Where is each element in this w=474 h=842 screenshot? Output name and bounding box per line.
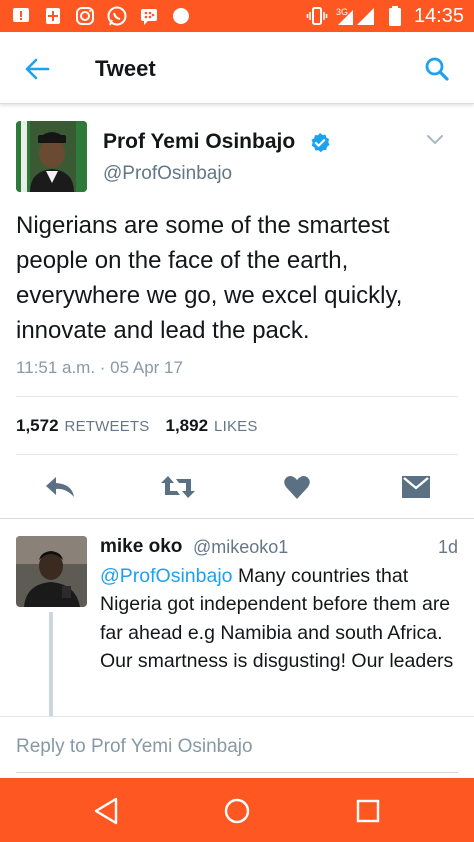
reply-input[interactable]: Reply to Prof Yemi Osinbajo: [16, 736, 458, 758]
divider: [16, 396, 458, 397]
mention-link[interactable]: @ProfOsinbajo: [100, 565, 233, 587]
notification-icons: [10, 5, 192, 27]
nav-back-button[interactable]: [91, 796, 121, 826]
back-button[interactable]: [22, 54, 52, 84]
reply-icon: [46, 477, 74, 497]
retweets-count[interactable]: 1,572: [16, 416, 59, 436]
plus-icon: [42, 5, 64, 27]
reply-time: 1d: [437, 537, 458, 557]
reply-author-avatar[interactable]: [16, 536, 87, 607]
retweet-icon: [161, 476, 195, 498]
retweet-button[interactable]: [160, 470, 196, 504]
status-time: 14:35: [413, 4, 464, 27]
tweet-timestamp: 11:51 a.m. · 05 Apr 17: [16, 358, 183, 377]
dm-icon: [402, 476, 430, 498]
reply-input-underline: [16, 772, 458, 773]
notification-icon: [10, 5, 32, 27]
home-circle-icon: [224, 798, 250, 824]
arrow-left-icon: [25, 58, 50, 80]
reply-author-handle: @mikeoko1: [193, 537, 289, 557]
likes-label[interactable]: LIKES: [214, 418, 258, 435]
tweet-menu-button[interactable]: [424, 130, 446, 150]
like-button[interactable]: [279, 470, 315, 504]
circle-icon: [170, 5, 192, 27]
system-icons: 3G 14:35: [306, 5, 464, 28]
status-bar: 3G 14:35: [0, 0, 474, 32]
direct-message-button[interactable]: [398, 470, 434, 504]
battery-icon: [384, 5, 406, 27]
signal-icon: 3G: [336, 5, 376, 27]
chevron-down-icon: [427, 135, 443, 144]
tweet-stats: 1,572 RETWEETS 1,892 LIKES: [16, 416, 274, 436]
reply-author-name[interactable]: mike oko: [100, 536, 182, 558]
recents-square-icon: [356, 799, 380, 823]
section-divider: [0, 518, 474, 519]
whatsapp-icon: [106, 5, 128, 27]
thread-line: [49, 612, 53, 716]
author-handle: @ProfOsinbajo: [103, 163, 233, 184]
app-header: Tweet: [0, 32, 474, 104]
divider: [16, 454, 458, 455]
search-icon: [425, 57, 449, 81]
instagram-icon: [74, 5, 96, 27]
like-icon: [284, 476, 310, 499]
retweets-label[interactable]: RETWEETS: [65, 418, 150, 435]
triangle-back-icon: [94, 797, 118, 825]
bbm-icon: [138, 5, 160, 27]
tweet-text: Nigerians are some of the smartest peopl…: [16, 212, 403, 344]
nav-home-button[interactable]: [222, 796, 252, 826]
nav-recents-button[interactable]: [353, 796, 383, 826]
search-button[interactable]: [422, 54, 452, 84]
verified-badge-icon: [311, 132, 330, 153]
vibrate-icon: [306, 5, 328, 27]
page-title: Tweet: [95, 56, 156, 81]
reply-text: @ProfOsinbajo Many countries that Nigeri…: [100, 562, 460, 676]
likes-count[interactable]: 1,892: [165, 416, 208, 436]
reply-button[interactable]: [42, 470, 78, 504]
author-avatar[interactable]: [16, 121, 87, 192]
network-label: 3G: [336, 7, 348, 17]
divider: [0, 716, 474, 717]
system-nav-bar: [0, 778, 474, 842]
author-name[interactable]: Prof Yemi Osinbajo: [103, 130, 295, 154]
